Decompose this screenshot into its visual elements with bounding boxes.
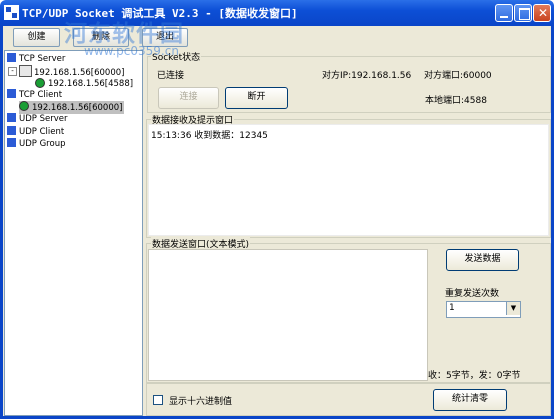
byte-counter: 收：5字节，发：0字节 bbox=[428, 371, 521, 381]
minimize-icon bbox=[500, 16, 508, 18]
close-button[interactable]: ✕ bbox=[533, 4, 551, 22]
close-icon: ✕ bbox=[537, 6, 549, 20]
udp-group-icon bbox=[7, 138, 16, 147]
tree-item-udp-server[interactable]: UDP Server bbox=[7, 113, 67, 125]
repeat-count-value: 1 bbox=[449, 303, 455, 313]
remote-ip: 对方IP:192.168.1.56 bbox=[322, 71, 412, 81]
listener-icon bbox=[19, 65, 32, 77]
tree-label: 192.168.1.56[60000] bbox=[32, 103, 123, 113]
remote-port: 对方端口:60000 bbox=[424, 71, 492, 81]
tree-item-tcp-client[interactable]: TCP Client bbox=[7, 89, 62, 101]
maximize-button[interactable] bbox=[514, 4, 532, 22]
app-icon bbox=[4, 5, 19, 20]
receive-log[interactable]: 15:13:36 收到数据：12345 bbox=[148, 124, 549, 236]
local-port: 本地端口:4588 bbox=[425, 96, 487, 106]
watermark-url: www.pc0359.cn bbox=[84, 44, 179, 58]
tcp-client-icon bbox=[7, 89, 16, 98]
create-button[interactable]: 创建 bbox=[13, 28, 60, 47]
maximize-icon bbox=[519, 8, 530, 20]
reset-stats-button[interactable]: 统计清零 bbox=[433, 389, 507, 411]
dropdown-arrow-icon[interactable]: ▼ bbox=[506, 302, 520, 315]
tree-expand-icon[interactable]: - bbox=[8, 66, 17, 77]
connection-tree[interactable]: TCP Server - 192.168.1.56[60000] 192.168… bbox=[4, 50, 143, 416]
send-data-button[interactable]: 发送数据 bbox=[446, 249, 519, 271]
hex-checkbox[interactable] bbox=[153, 395, 163, 405]
tree-label: TCP Client bbox=[19, 90, 63, 100]
repeat-count-select[interactable]: 1 ▼ bbox=[446, 301, 521, 318]
receive-log-line: 15:13:36 收到数据：12345 bbox=[151, 131, 268, 141]
connection-status-icon bbox=[35, 78, 45, 88]
tree-item-udp-client[interactable]: UDP Client bbox=[7, 126, 64, 138]
repeat-count-label: 重复发送次数 bbox=[445, 289, 500, 299]
disconnect-button[interactable]: 断开 bbox=[225, 87, 288, 109]
tree-label: UDP Client bbox=[19, 127, 65, 137]
connection-status: 已连接 bbox=[157, 71, 185, 81]
connect-button[interactable]: 连接 bbox=[158, 87, 219, 109]
watermark-logo: 河东软件园 bbox=[64, 21, 184, 47]
send-textarea[interactable] bbox=[148, 249, 428, 381]
tree-label: UDP Group bbox=[19, 139, 66, 149]
tree-item-tcp-server[interactable]: TCP Server bbox=[7, 53, 65, 65]
tree-label: 192.168.1.56[4588] bbox=[48, 79, 134, 89]
udp-server-icon bbox=[7, 113, 16, 122]
tree-item-udp-group[interactable]: UDP Group bbox=[7, 138, 65, 150]
tcp-server-icon bbox=[7, 53, 16, 62]
tree-label: TCP Server bbox=[19, 54, 66, 64]
minimize-button[interactable] bbox=[495, 4, 513, 22]
tree-label: UDP Server bbox=[19, 114, 68, 124]
udp-client-icon bbox=[7, 126, 16, 135]
hex-checkbox-label: 显示十六进制值 bbox=[169, 397, 233, 407]
connection-status-icon bbox=[19, 101, 29, 111]
